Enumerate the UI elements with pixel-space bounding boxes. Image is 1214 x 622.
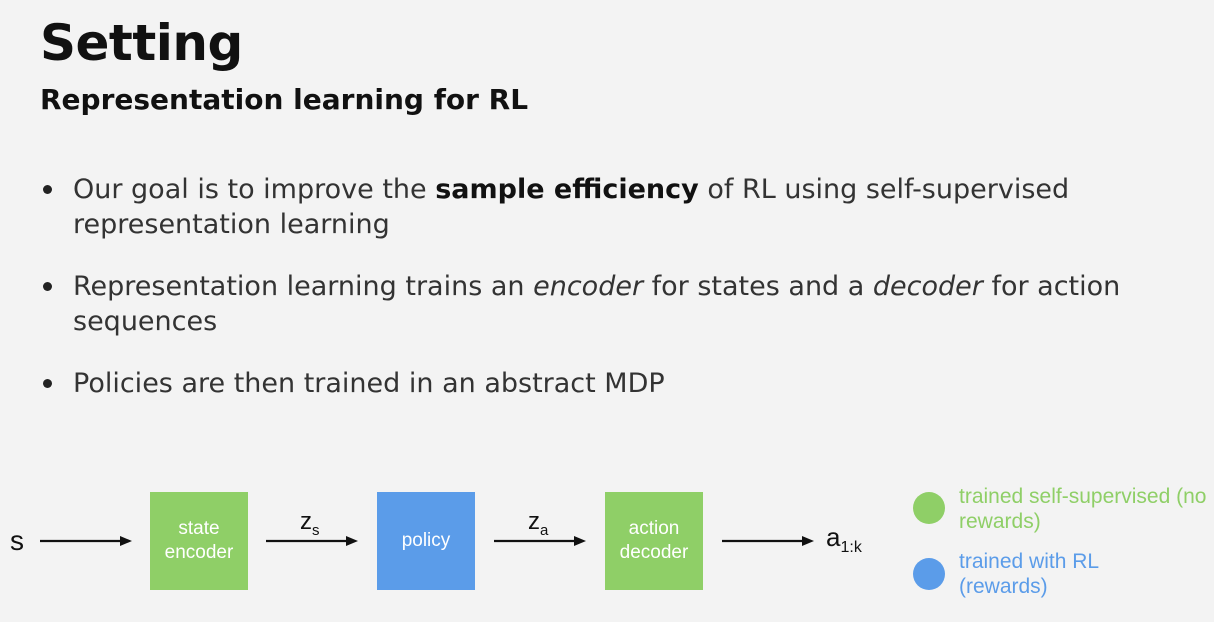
arrow-icon bbox=[40, 536, 132, 546]
bullet-list: Our goal is to improve the sample effici… bbox=[40, 172, 1190, 428]
slide-subtitle: Representation learning for RL bbox=[40, 83, 529, 116]
bullet-item: Our goal is to improve the sample effici… bbox=[40, 172, 1190, 242]
bullet-item: Policies are then trained in an abstract… bbox=[40, 366, 1190, 401]
bullet-item: Representation learning trains an encode… bbox=[40, 269, 1190, 339]
legend-blue-dot bbox=[913, 558, 945, 590]
arrow-icon bbox=[494, 536, 586, 546]
arrow-icon bbox=[722, 536, 814, 546]
action-decoder-box: action decoder bbox=[605, 492, 703, 590]
legend-green-label: trained self-supervised (no rewards) bbox=[959, 485, 1207, 533]
arrow-icon bbox=[266, 536, 358, 546]
legend-green-dot bbox=[913, 492, 945, 524]
emphasis-text: encoder bbox=[533, 271, 644, 302]
slide-title: Setting bbox=[40, 14, 243, 72]
emphasis-text: sample efficiency bbox=[435, 174, 699, 205]
pipeline-diagram: s state encoder zs policy za action deco… bbox=[0, 470, 1214, 622]
policy-box: policy bbox=[377, 492, 475, 590]
output-action-label: a1:k bbox=[826, 522, 862, 557]
legend-blue-label: trained with RL (rewards) bbox=[959, 550, 1099, 598]
emphasis-text: decoder bbox=[872, 271, 983, 302]
state-encoder-box: state encoder bbox=[150, 492, 248, 590]
input-state-label: s bbox=[10, 525, 24, 556]
